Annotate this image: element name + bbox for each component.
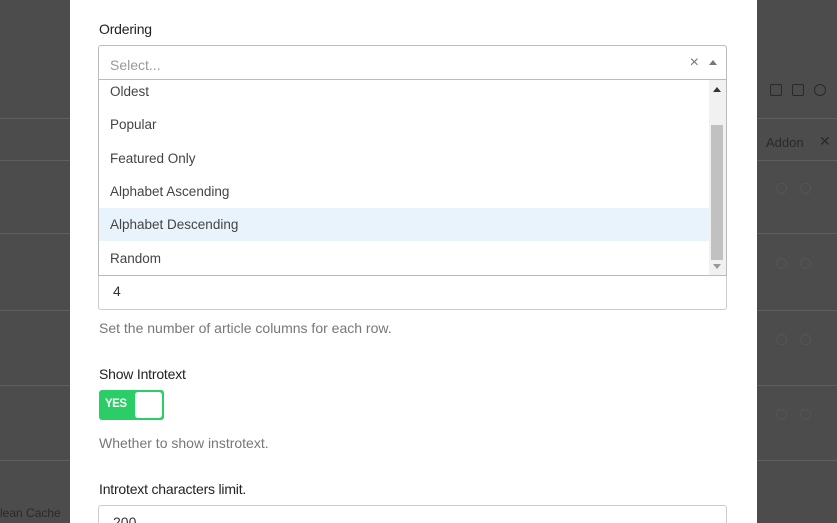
background-divider [0, 233, 70, 234]
ordering-select[interactable]: Select... × [98, 45, 727, 80]
wrench-icon: ✕ [819, 133, 831, 149]
background-status-icon [776, 258, 787, 269]
clear-icon[interactable]: × [690, 54, 699, 72]
show-introtext-toggle[interactable]: YES [99, 390, 164, 420]
background-divider [757, 385, 837, 386]
background-divider [0, 385, 70, 386]
background-divider [0, 310, 70, 311]
option-featured-only[interactable]: Featured Only [99, 142, 710, 175]
scroll-down-icon[interactable] [713, 264, 721, 269]
background-status-icon [800, 409, 811, 420]
option-popular[interactable]: Popular [99, 108, 710, 141]
background-divider [0, 118, 70, 119]
ordering-placeholder: Select... [110, 57, 161, 73]
background-divider [757, 233, 837, 234]
ordering-dropdown: Oldest Popular Featured Only Alphabet As… [98, 80, 727, 276]
background-divider [757, 310, 837, 311]
background-clean-cache: lean Cache [0, 506, 61, 520]
toggle-state-label: YES [105, 398, 127, 410]
show-introtext-label: Show Introtext [99, 366, 186, 382]
show-introtext-help-text: Whether to show instrotext. [99, 435, 269, 451]
background-divider [757, 118, 837, 119]
introtext-limit-input[interactable]: 200 [98, 505, 727, 523]
background-status-icon [776, 334, 787, 345]
background-right-panel [757, 0, 837, 523]
dropdown-scrollbar[interactable] [709, 80, 726, 275]
background-divider [757, 460, 837, 461]
background-divider [0, 160, 70, 161]
background-status-icon [776, 183, 787, 194]
copy-icon [770, 84, 782, 96]
background-status-icon [800, 334, 811, 345]
settings-icon [814, 84, 826, 96]
caret-up-icon[interactable] [709, 60, 717, 65]
background-divider [0, 460, 70, 461]
save-icon [792, 84, 804, 96]
option-alphabet-descending[interactable]: Alphabet Descending [99, 208, 710, 241]
background-left-panel [0, 0, 70, 523]
background-status-icon [776, 409, 787, 420]
columns-input[interactable]: 4 [98, 275, 727, 310]
toggle-knob [135, 392, 162, 418]
background-addon-label: Addon [766, 135, 804, 150]
ordering-label: Ordering [99, 21, 152, 37]
scroll-up-icon[interactable] [713, 87, 721, 92]
background-status-icon [800, 183, 811, 194]
option-oldest[interactable]: Oldest [99, 80, 710, 108]
settings-modal: Ordering Select... × 4 Oldest Popular Fe… [70, 0, 757, 523]
introtext-limit-label: Introtext characters limit. [99, 481, 247, 497]
background-status-icon [800, 258, 811, 269]
columns-help-text: Set the number of article columns for ea… [99, 320, 392, 336]
scrollbar-thumb[interactable] [711, 125, 723, 260]
option-alphabet-ascending[interactable]: Alphabet Ascending [99, 175, 710, 208]
background-divider [757, 160, 837, 161]
option-random[interactable]: Random [99, 242, 710, 275]
